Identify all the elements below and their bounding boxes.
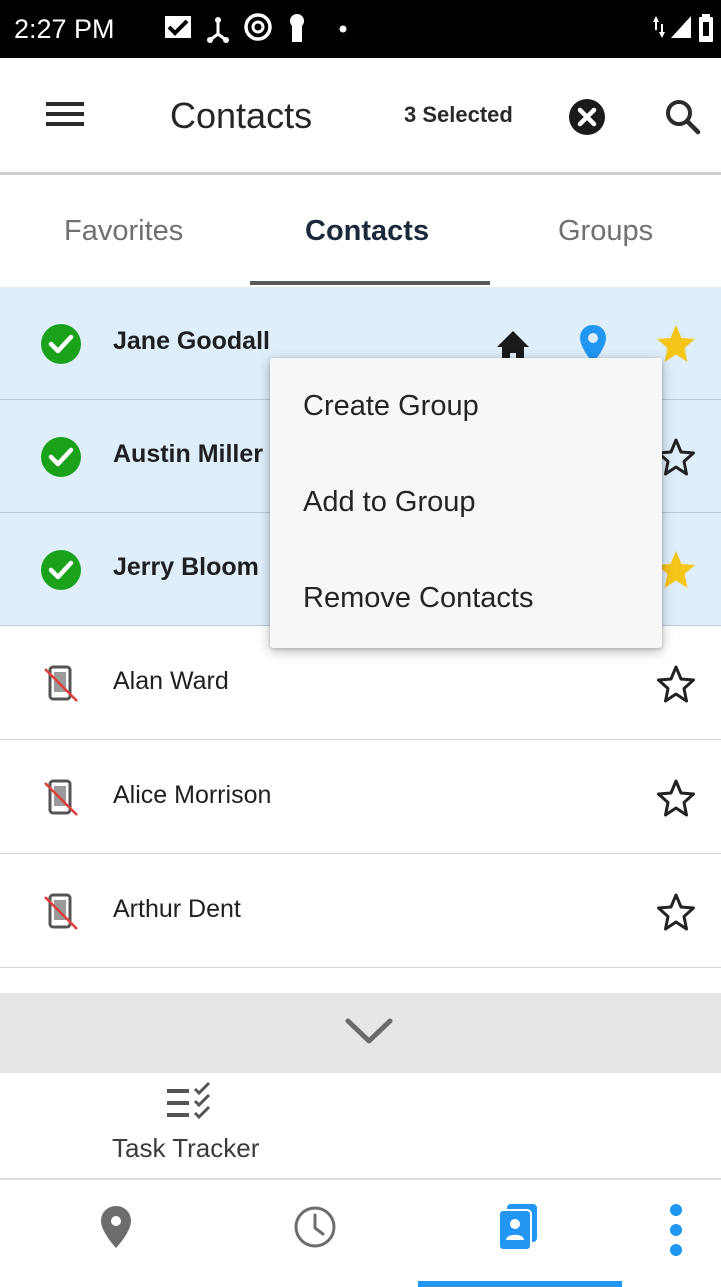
bottom-navigation xyxy=(0,1180,721,1287)
context-menu: Create Group Add to Group Remove Contact… xyxy=(270,358,662,648)
menu-item-label: Remove Contacts xyxy=(303,582,534,614)
more-icon[interactable] xyxy=(664,1200,688,1260)
nav-active-indicator xyxy=(418,1281,622,1287)
selected-check-icon[interactable] xyxy=(40,549,82,591)
clear-selection-icon[interactable] xyxy=(567,97,607,137)
selected-check-icon[interactable] xyxy=(40,436,82,478)
selected-check-icon[interactable] xyxy=(40,323,82,365)
contact-name: Jane Goodall xyxy=(113,327,270,355)
menu-item-label: Add to Group xyxy=(303,486,476,518)
menu-item-remove-contacts[interactable]: Remove Contacts xyxy=(270,550,662,646)
at-sign-icon xyxy=(244,13,272,41)
task-tracker-label: Task Tracker xyxy=(112,1133,260,1163)
messages-icon xyxy=(165,16,191,38)
tab-groups[interactable]: Groups xyxy=(558,215,653,248)
tab-active-indicator xyxy=(250,281,490,285)
page-title: Contacts xyxy=(170,95,313,136)
contact-name: Jerry Bloom xyxy=(113,553,259,581)
menu-item-label: Create Group xyxy=(303,390,479,422)
favorite-star-outline-icon[interactable] xyxy=(655,663,697,705)
keyhole-icon xyxy=(290,14,304,42)
tab-bar: Favorites Contacts Groups xyxy=(0,175,721,287)
contact-name: Alice Morrison xyxy=(113,781,272,809)
no-device-icon xyxy=(44,779,78,816)
menu-icon[interactable] xyxy=(44,98,88,130)
status-bar: 2:27 PM xyxy=(0,0,721,58)
favorite-star-outline-icon[interactable] xyxy=(655,891,697,933)
dot-icon xyxy=(339,25,347,33)
contact-row[interactable]: Alice Morrison xyxy=(0,741,721,854)
search-icon[interactable] xyxy=(663,97,703,137)
map-pin-icon[interactable] xyxy=(99,1204,133,1250)
selected-count: 3 Selected xyxy=(404,102,513,127)
signal-icon xyxy=(671,16,691,38)
usb-icon xyxy=(207,17,229,43)
data-arrows-icon xyxy=(653,16,665,38)
contact-name: Arthur Dent xyxy=(113,895,241,923)
tab-favorites[interactable]: Favorites xyxy=(64,215,183,248)
contact-name: Austin Miller xyxy=(113,440,264,468)
contact-row[interactable]: Arthur Dent xyxy=(0,855,721,968)
status-time: 2:27 PM xyxy=(14,14,115,44)
battery-icon xyxy=(699,14,713,42)
no-device-icon xyxy=(44,665,78,702)
menu-item-add-to-group[interactable]: Add to Group xyxy=(270,454,662,550)
tab-contacts[interactable]: Contacts xyxy=(305,215,429,248)
contact-name: Alan Ward xyxy=(113,667,229,695)
app-bar: Contacts 3 Selected xyxy=(0,58,721,175)
contacts-icon[interactable] xyxy=(497,1202,541,1252)
expand-bar[interactable] xyxy=(0,993,721,1073)
no-device-icon xyxy=(44,893,78,930)
task-tracker[interactable]: Task Tracker xyxy=(0,1073,721,1180)
history-icon[interactable] xyxy=(293,1205,337,1249)
menu-item-create-group[interactable]: Create Group xyxy=(270,358,662,454)
chevron-down-icon[interactable] xyxy=(342,1011,396,1051)
favorite-star-outline-icon[interactable] xyxy=(655,777,697,819)
task-list-icon xyxy=(167,1081,211,1120)
